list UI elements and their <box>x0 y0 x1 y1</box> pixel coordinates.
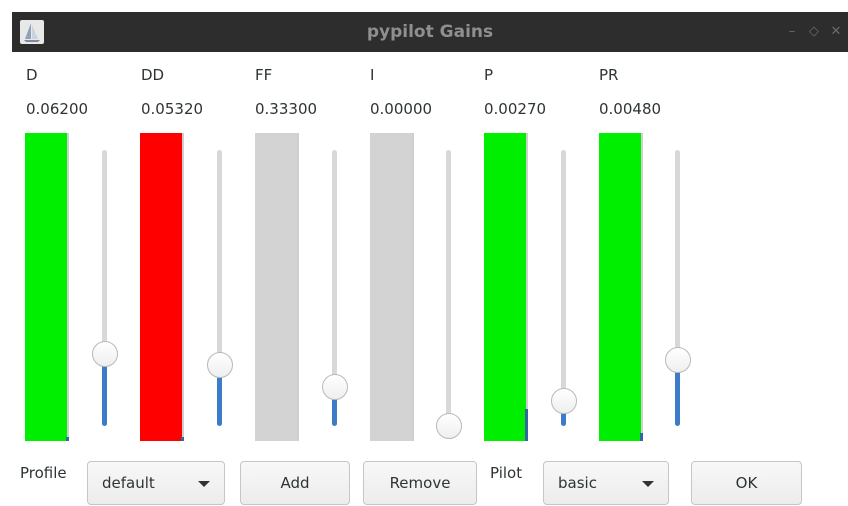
slider-knob[interactable] <box>436 413 462 439</box>
gain-value-ff: 0.33300 <box>255 100 318 118</box>
gain-slider-d[interactable] <box>92 150 118 426</box>
gain-value-d: 0.06200 <box>26 100 89 118</box>
gain-value-pr: 0.00480 <box>599 100 662 118</box>
gain-bar-dd <box>140 133 184 441</box>
gain-bar-ff <box>255 133 299 441</box>
gain-bar-d <box>25 133 69 441</box>
profile-dropdown-value: default <box>102 474 155 492</box>
pilot-label: Pilot <box>490 464 523 482</box>
remove-button[interactable]: Remove <box>363 461 477 505</box>
profile-label: Profile <box>20 464 67 482</box>
gain-slider-i[interactable] <box>436 150 462 439</box>
chevron-down-icon <box>198 481 210 487</box>
gain-bar-i <box>370 133 414 441</box>
gain-name-dd: DD <box>141 66 165 84</box>
gain-bar-p <box>484 133 528 441</box>
chevron-down-icon <box>642 481 654 487</box>
gain-name-i: I <box>370 66 375 84</box>
gain-value-p: 0.00270 <box>484 100 547 118</box>
gain-slider-pr[interactable] <box>665 150 691 426</box>
add-button[interactable]: Add <box>240 461 350 505</box>
profile-dropdown[interactable]: default <box>87 461 225 505</box>
gain-name-p: P <box>484 66 494 84</box>
gains-panel: D DD FF I P PR 0.06200 0.05320 0.33300 0… <box>12 52 848 506</box>
gain-name-d: D <box>26 66 38 84</box>
slider-knob[interactable] <box>207 352 233 379</box>
gain-name-pr: PR <box>599 66 619 84</box>
window-titlebar[interactable]: pypilot Gains – ◇ ✕ <box>12 12 848 52</box>
minimize-icon[interactable]: – <box>784 24 800 40</box>
gain-name-ff: FF <box>255 66 273 84</box>
slider-knob[interactable] <box>322 374 348 401</box>
gain-bar-pr <box>599 133 643 441</box>
gain-value-i: 0.00000 <box>370 100 433 118</box>
gain-slider-ff[interactable] <box>322 150 348 426</box>
maximize-icon[interactable]: ◇ <box>806 24 822 40</box>
slider-knob[interactable] <box>551 388 577 415</box>
slider-knob[interactable] <box>92 341 118 368</box>
close-icon[interactable]: ✕ <box>828 24 844 40</box>
pilot-dropdown[interactable]: basic <box>543 461 669 505</box>
gain-slider-p[interactable] <box>551 150 577 426</box>
window-title: pypilot Gains <box>366 22 494 42</box>
pilot-dropdown-value: basic <box>558 474 597 492</box>
gain-value-dd: 0.05320 <box>141 100 204 118</box>
gain-slider-dd[interactable] <box>207 150 233 426</box>
ok-button[interactable]: OK <box>691 461 802 505</box>
slider-knob[interactable] <box>665 346 691 373</box>
